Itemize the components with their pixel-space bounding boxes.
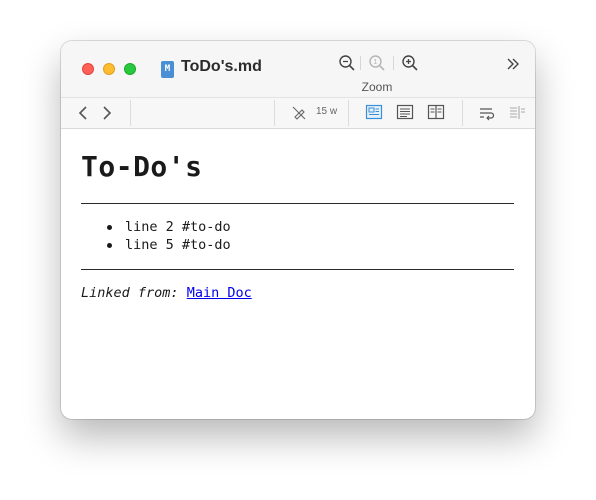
forward-button[interactable] — [99, 105, 113, 125]
outline-icon — [510, 106, 525, 119]
title-bar: M ToDo's.md 1 Zoom — [61, 41, 535, 97]
sidebar-button[interactable] — [508, 104, 526, 124]
close-button[interactable] — [82, 63, 94, 75]
zoom-in-icon — [402, 55, 418, 71]
window-title: ToDo's.md — [181, 58, 262, 75]
minimize-button[interactable] — [103, 63, 115, 75]
actual-size-icon: 1 — [369, 55, 385, 71]
chevron-left-icon — [78, 106, 87, 120]
zoom-out-icon — [339, 55, 355, 71]
toolbar-overflow-button[interactable] — [505, 56, 521, 72]
linked-from: Linked from: Main Doc — [81, 285, 252, 301]
zoom-label: Zoom — [361, 80, 393, 94]
chevron-right-icon — [103, 106, 112, 120]
todo-list: line 2 #to-do line 5 #to-do — [107, 218, 231, 254]
no-typing-button[interactable] — [291, 105, 307, 125]
main-doc-link[interactable]: Main Doc — [187, 285, 252, 301]
markdown-file-icon: M — [161, 61, 174, 78]
zoom-in-button[interactable] — [400, 53, 420, 73]
horizontal-rule — [81, 269, 514, 270]
linked-from-label: Linked from: — [81, 285, 179, 301]
preview-mode-button[interactable] — [365, 104, 383, 124]
double-chevron-right-icon — [507, 58, 519, 70]
text-mode-icon — [396, 104, 414, 120]
word-count[interactable]: 15 w — [316, 106, 337, 117]
zoom-divider — [360, 56, 361, 70]
zoom-control: 1 Zoom — [337, 53, 420, 94]
toolbar: 15 w — [61, 97, 535, 129]
app-window: M ToDo's.md 1 Zoom 15 w To-Do's line 2 #… — [61, 41, 535, 419]
svg-text:1: 1 — [374, 59, 378, 66]
actual-size-button[interactable]: 1 — [367, 53, 387, 73]
toolbar-divider — [130, 100, 131, 126]
zoom-divider — [393, 56, 394, 70]
wrap-text-icon — [480, 108, 495, 121]
pen-slash-icon — [292, 106, 306, 120]
wrap-lines-button[interactable] — [478, 105, 496, 125]
toolbar-divider — [462, 100, 463, 126]
preview-mode-icon — [365, 104, 383, 120]
zoom-window-button[interactable] — [124, 63, 136, 75]
text-mode-button[interactable] — [396, 104, 414, 124]
zoom-out-button[interactable] — [337, 53, 357, 73]
document-heading: To-Do's — [81, 150, 203, 183]
list-item: line 5 #to-do — [107, 236, 231, 254]
horizontal-rule — [81, 203, 514, 204]
back-button[interactable] — [77, 105, 91, 125]
toolbar-divider — [348, 100, 349, 126]
split-mode-button[interactable] — [427, 104, 445, 124]
split-view-icon — [427, 104, 445, 120]
list-item: line 2 #to-do — [107, 218, 231, 236]
toolbar-divider — [274, 100, 275, 126]
